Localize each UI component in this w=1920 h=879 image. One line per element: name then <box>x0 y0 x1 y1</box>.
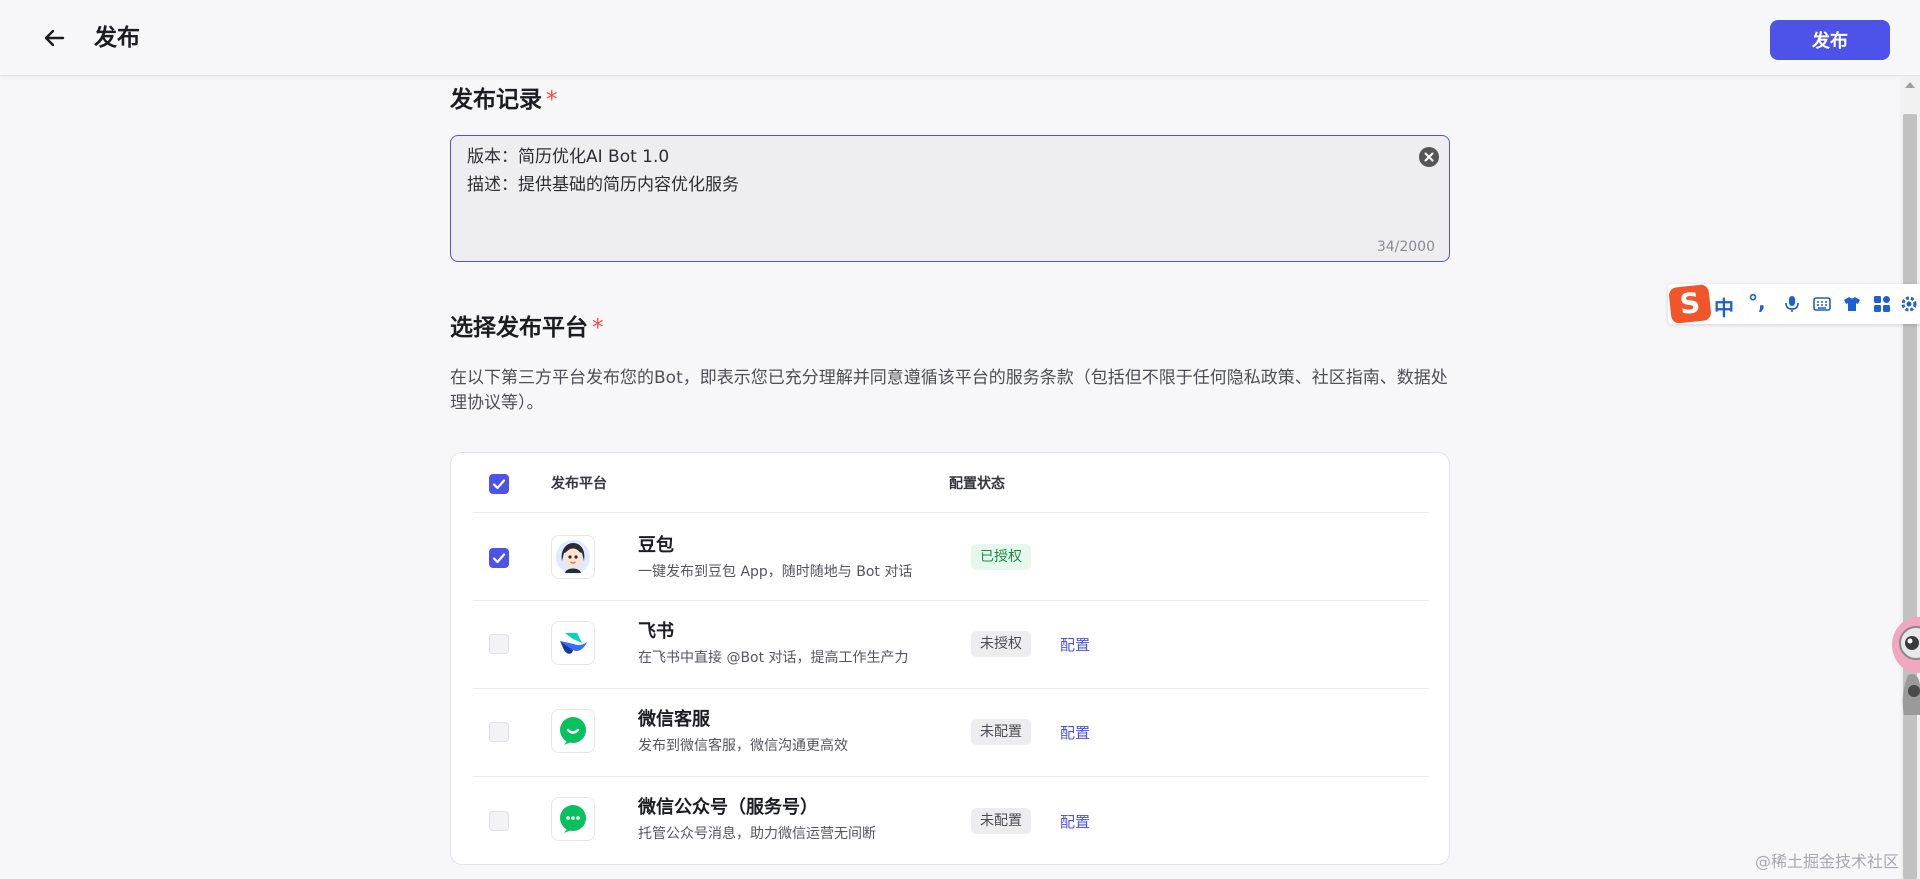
platform-title-text: 选择发布平台 <box>450 315 588 341</box>
release-notes-textarea[interactable]: 版本：简历优化AI Bot 1.0 描述：提供基础的简历内容优化服务 34/20… <box>450 135 1450 262</box>
platform-desc-wechat-kf: 发布到微信客服，微信沟通更高效 <box>638 738 848 754</box>
scroll-up-arrow-icon[interactable] <box>1905 82 1915 88</box>
arrow-left-icon <box>44 29 65 47</box>
check-icon <box>492 553 506 564</box>
table-row: 微信公众号（服务号） 托管公众号消息，助力微信运营无间断 未配置 配置 <box>473 777 1429 864</box>
ime-chinese-mode-toggle[interactable]: 中 <box>1714 292 1734 321</box>
platform-checkbox-wechat-oa[interactable] <box>489 811 509 831</box>
platform-table: 发布平台 配置状态 豆包 一键发布到豆包 App，随时随地与 Bot 对话 已授… <box>450 452 1450 865</box>
watermark-text: @稀土掘金技术社区 <box>1755 852 1900 871</box>
page-title: 发布 <box>94 25 140 51</box>
status-badge-unauthorized: 未授权 <box>971 631 1031 657</box>
table-row: 微信客服 发布到微信客服，微信沟通更高效 未配置 配置 <box>473 689 1429 777</box>
microphone-icon[interactable] <box>1783 295 1801 313</box>
platform-section-title: 选择发布平台 * <box>450 312 604 344</box>
top-bar: 发布 发布 <box>0 0 1920 76</box>
platform-name-wechat-oa: 微信公众号（服务号） <box>638 797 818 818</box>
column-header-status: 配置状态 <box>949 476 1005 492</box>
back-button[interactable] <box>38 22 70 54</box>
feishu-logo-icon <box>551 621 595 665</box>
assistant-mascot-icon[interactable] <box>1878 605 1920 715</box>
wechat-kf-logo-icon <box>551 709 595 753</box>
skin-shirt-icon[interactable] <box>1843 295 1861 313</box>
character-counter: 34/2000 <box>1376 239 1435 255</box>
check-icon <box>492 479 506 490</box>
ime-punctuation-toggle[interactable]: °, <box>1748 290 1766 314</box>
required-mark: * <box>592 315 604 341</box>
scrollbar-thumb[interactable] <box>1903 114 1917 879</box>
table-header-row: 发布平台 配置状态 <box>473 453 1429 513</box>
sogou-logo-icon[interactable]: S <box>1668 284 1712 324</box>
platform-name-doubao: 豆包 <box>638 535 674 556</box>
configure-link-wechat-oa[interactable]: 配置 <box>1060 811 1090 832</box>
wechat-oa-logo-icon <box>551 797 595 841</box>
publish-button[interactable]: 发布 <box>1770 20 1890 60</box>
platform-checkbox-doubao[interactable] <box>489 548 509 568</box>
required-mark: * <box>546 87 558 113</box>
record-section-title: 发布记录 * <box>450 84 558 116</box>
configure-link-wechat-kf[interactable]: 配置 <box>1060 722 1090 743</box>
status-badge-unconfigured: 未配置 <box>971 719 1031 745</box>
page-scrollbar[interactable] <box>1900 76 1920 879</box>
table-row: 豆包 一键发布到豆包 App，随时随地与 Bot 对话 已授权 <box>473 513 1429 601</box>
platform-desc-doubao: 一键发布到豆包 App，随时随地与 Bot 对话 <box>638 564 913 580</box>
doubao-logo-icon <box>551 535 595 579</box>
platform-terms-description: 在以下第三方平台发布您的Bot，即表示您已充分理解并同意遵循该平台的服务条款（包… <box>450 368 1448 413</box>
platform-name-wechat-kf: 微信客服 <box>638 709 710 730</box>
status-badge-authorized: 已授权 <box>971 544 1031 570</box>
platform-checkbox-wechat-kf[interactable] <box>489 722 509 742</box>
clear-icon[interactable] <box>1419 147 1439 167</box>
configure-link-feishu[interactable]: 配置 <box>1060 634 1090 655</box>
platform-desc-wechat-oa: 托管公众号消息，助力微信运营无间断 <box>638 826 876 842</box>
table-row: 飞书 在飞书中直接 @Bot 对话，提高工作生产力 未授权 配置 <box>473 601 1429 689</box>
platform-desc-feishu: 在飞书中直接 @Bot 对话，提高工作生产力 <box>638 650 909 666</box>
release-notes-version-line: 版本：简历优化AI Bot 1.0 <box>467 147 670 167</box>
record-title-text: 发布记录 <box>450 87 542 113</box>
select-all-checkbox[interactable] <box>489 474 509 494</box>
toolbox-grid-icon[interactable] <box>1873 295 1891 313</box>
platform-name-feishu: 飞书 <box>638 621 674 642</box>
ime-toolbar[interactable]: S 中 °, <box>1668 284 1920 324</box>
platform-checkbox-feishu[interactable] <box>489 634 509 654</box>
status-badge-unconfigured: 未配置 <box>971 808 1031 834</box>
release-notes-description-line: 描述：提供基础的简历内容优化服务 <box>467 175 739 195</box>
keyboard-icon[interactable] <box>1813 295 1831 313</box>
settings-gear-icon[interactable] <box>1900 295 1918 313</box>
column-header-platform: 发布平台 <box>551 476 607 492</box>
